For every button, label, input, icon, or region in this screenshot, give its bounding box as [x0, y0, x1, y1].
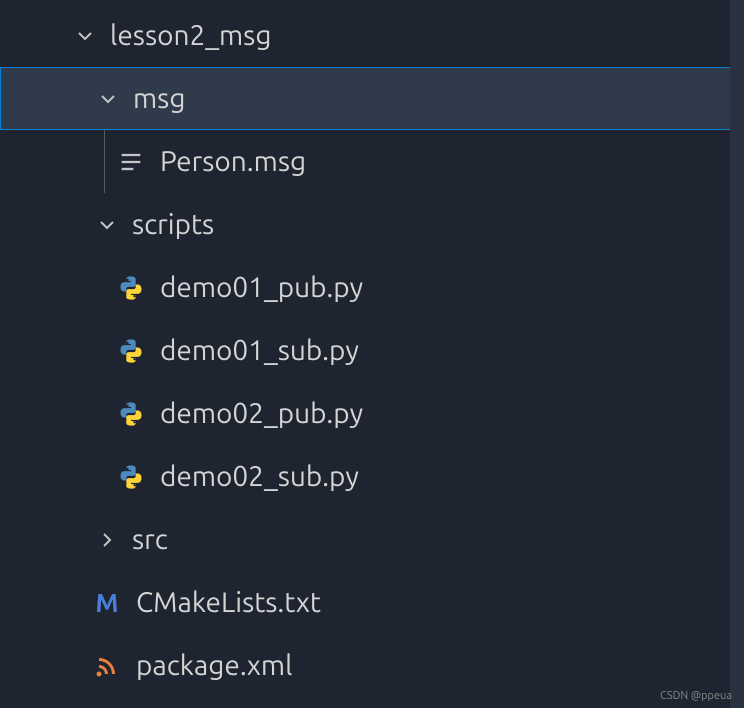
file-demo01-sub[interactable]: demo01_sub.py [0, 319, 744, 382]
cmake-icon: M [92, 588, 122, 618]
chevron-down-icon [70, 21, 100, 51]
python-icon [116, 399, 146, 429]
python-icon [116, 336, 146, 366]
file-demo02-pub[interactable]: demo02_pub.py [0, 382, 744, 445]
file-label: demo01_sub.py [160, 335, 359, 366]
file-person-msg[interactable]: Person.msg [0, 130, 744, 193]
folder-label: scripts [132, 209, 214, 240]
scrollbar[interactable] [730, 0, 744, 708]
file-label: CMakeLists.txt [136, 587, 321, 618]
folder-label: src [132, 524, 168, 555]
python-icon [116, 273, 146, 303]
file-label: package.xml [136, 650, 292, 681]
text-file-icon [116, 147, 146, 177]
indent-guide [104, 130, 105, 193]
folder-lesson2-msg[interactable]: lesson2_msg [0, 4, 744, 67]
folder-label: msg [133, 83, 185, 114]
folder-label: lesson2_msg [110, 20, 271, 51]
file-cmakelists[interactable]: M CMakeLists.txt [0, 571, 744, 634]
file-demo02-sub[interactable]: demo02_sub.py [0, 445, 744, 508]
chevron-right-icon [92, 525, 122, 555]
file-label: demo02_pub.py [160, 398, 363, 429]
python-icon [116, 462, 146, 492]
file-demo01-pub[interactable]: demo01_pub.py [0, 256, 744, 319]
file-explorer-tree: lesson2_msg msg Person.msg scripts [0, 0, 744, 697]
chevron-down-icon [92, 210, 122, 240]
file-package-xml[interactable]: package.xml [0, 634, 744, 697]
watermark: CSDN @ppeua [660, 690, 732, 702]
xml-icon [92, 651, 122, 681]
file-label: demo01_pub.py [160, 272, 363, 303]
folder-msg[interactable]: msg [0, 67, 744, 130]
folder-src[interactable]: src [0, 508, 744, 571]
folder-scripts[interactable]: scripts [0, 193, 744, 256]
file-label: Person.msg [160, 146, 306, 177]
chevron-down-icon [93, 84, 123, 114]
file-label: demo02_sub.py [160, 461, 359, 492]
